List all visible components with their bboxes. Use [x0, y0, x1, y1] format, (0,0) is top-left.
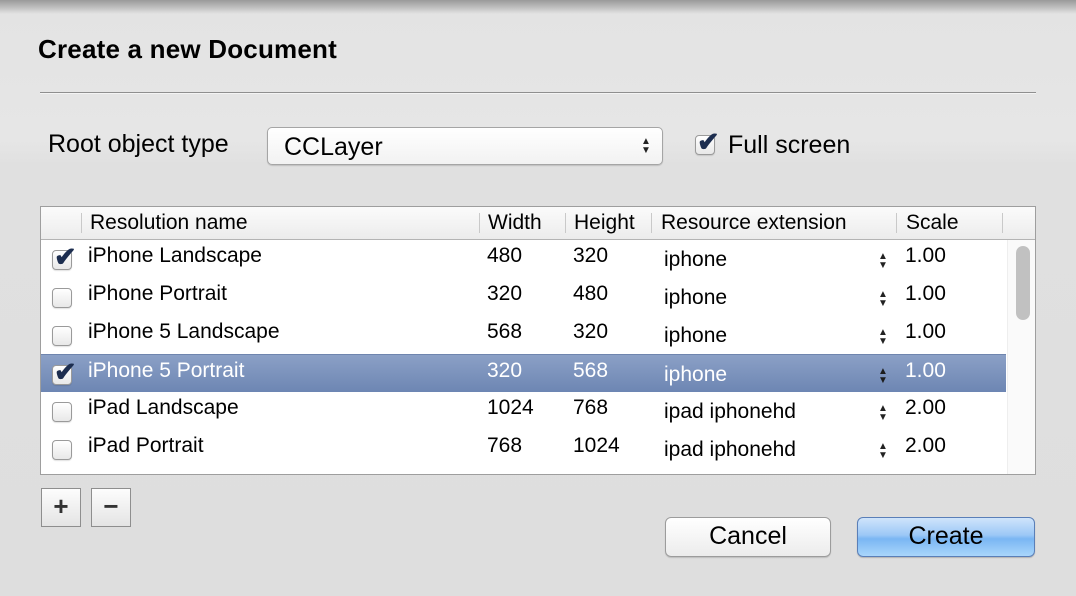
cancel-button[interactable]: Cancel: [665, 517, 831, 557]
column-separator: [565, 213, 566, 233]
cell-scale: 1.00: [905, 282, 946, 305]
remove-resolution-button[interactable]: −: [91, 488, 131, 527]
row-checkbox[interactable]: [52, 288, 72, 308]
column-separator: [81, 213, 82, 233]
row-checkbox[interactable]: [52, 440, 72, 460]
cell-resource-extension[interactable]: iphone: [664, 248, 727, 272]
cell-width: 768: [487, 434, 523, 457]
fullscreen-checkbox[interactable]: ✔: [695, 127, 720, 157]
cell-resource-extension[interactable]: iphone: [664, 324, 727, 348]
cell-height: 568: [573, 359, 609, 382]
updown-icon[interactable]: ▲ ▼: [877, 290, 889, 309]
cell-scale: 1.00: [905, 359, 946, 382]
table-row[interactable]: iPad Landscape 1024 768 ipad iphonehd ▲ ▼…: [41, 392, 1006, 430]
updown-icon[interactable]: ▲ ▼: [877, 328, 889, 347]
row-checkbox[interactable]: ✔: [52, 357, 77, 387]
cell-width: 480: [487, 244, 523, 267]
cell-height: 320: [573, 244, 609, 267]
dialog-title: Create a new Document: [38, 34, 337, 64]
fullscreen-label[interactable]: Full screen: [728, 131, 850, 160]
cell-resolution-name: iPhone Portrait: [88, 282, 227, 305]
checkmark-icon: ✔: [697, 127, 720, 157]
checkmark-icon: ✔: [54, 242, 77, 272]
cell-width: 1024: [487, 396, 534, 419]
header-width[interactable]: Width: [488, 211, 542, 235]
cell-resource-extension[interactable]: ipad iphonehd: [664, 400, 796, 424]
column-separator: [651, 213, 652, 233]
cell-width: 320: [487, 359, 523, 382]
root-object-type-select[interactable]: CCLayer ▲ ▼: [267, 127, 663, 165]
window-top-shadow: [0, 0, 1076, 14]
cell-resolution-name: iPhone Landscape: [88, 244, 262, 267]
column-separator: [1002, 213, 1003, 233]
updown-icon[interactable]: ▲ ▼: [877, 367, 889, 386]
select-updown-icon: ▲ ▼: [641, 136, 651, 156]
cell-resolution-name: iPad Portrait: [88, 434, 204, 457]
row-checkbox[interactable]: [52, 402, 72, 422]
cell-scale: 1.00: [905, 320, 946, 343]
row-checkbox[interactable]: [52, 326, 72, 346]
table-row[interactable]: iPhone Portrait 320 480 iphone ▲ ▼ 1.00: [41, 278, 1006, 316]
title-separator-highlight: [40, 93, 1036, 94]
cell-height: 480: [573, 282, 609, 305]
table-row[interactable]: iPad Portrait 768 1024 ipad iphonehd ▲ ▼ …: [41, 430, 1006, 468]
cell-scale: 2.00: [905, 434, 946, 457]
updown-icon[interactable]: ▲ ▼: [877, 404, 889, 423]
cell-height: 1024: [573, 434, 620, 457]
table-header: Resolution name Width Height Resource ex…: [41, 207, 1035, 240]
cell-width: 568: [487, 320, 523, 343]
cell-resolution-name: iPad Landscape: [88, 396, 239, 419]
cell-height: 768: [573, 396, 609, 419]
header-scale[interactable]: Scale: [906, 211, 959, 235]
root-object-type-label: Root object type: [48, 130, 229, 158]
cell-scale: 1.00: [905, 244, 946, 267]
header-resolution-name[interactable]: Resolution name: [90, 211, 248, 235]
resolutions-table: Resolution name Width Height Resource ex…: [40, 206, 1036, 475]
cell-resource-extension[interactable]: iphone: [664, 286, 727, 310]
cell-resolution-name: iPhone 5 Portrait: [88, 359, 245, 382]
table-scrollbar[interactable]: [1007, 240, 1035, 474]
root-object-type-value: CCLayer: [284, 133, 383, 161]
row-checkbox[interactable]: ✔: [52, 242, 77, 272]
column-separator: [896, 213, 897, 233]
cell-resource-extension[interactable]: ipad iphonehd: [664, 438, 796, 462]
column-separator: [479, 213, 480, 233]
updown-icon[interactable]: ▲ ▼: [877, 252, 889, 271]
table-row[interactable]: ✔ iPhone Landscape 480 320 iphone ▲ ▼ 1.0…: [41, 240, 1006, 278]
table-row[interactable]: iPhone 5 Landscape 568 320 iphone ▲ ▼ 1.0…: [41, 316, 1006, 354]
checkmark-icon: ✔: [54, 357, 77, 387]
create-button[interactable]: Create: [857, 517, 1035, 557]
scrollbar-thumb[interactable]: [1016, 246, 1030, 320]
header-height[interactable]: Height: [574, 211, 635, 235]
cell-resource-extension[interactable]: iphone: [664, 363, 727, 387]
header-resource-extension[interactable]: Resource extension: [661, 211, 847, 235]
cell-resolution-name: iPhone 5 Landscape: [88, 320, 280, 343]
table-row-selected[interactable]: ✔ iPhone 5 Portrait 320 568 iphone ▲ ▼ 1.…: [41, 354, 1006, 392]
cell-width: 320: [487, 282, 523, 305]
cell-scale: 2.00: [905, 396, 946, 419]
updown-icon[interactable]: ▲ ▼: [877, 442, 889, 461]
add-resolution-button[interactable]: +: [41, 488, 81, 527]
cell-height: 320: [573, 320, 609, 343]
